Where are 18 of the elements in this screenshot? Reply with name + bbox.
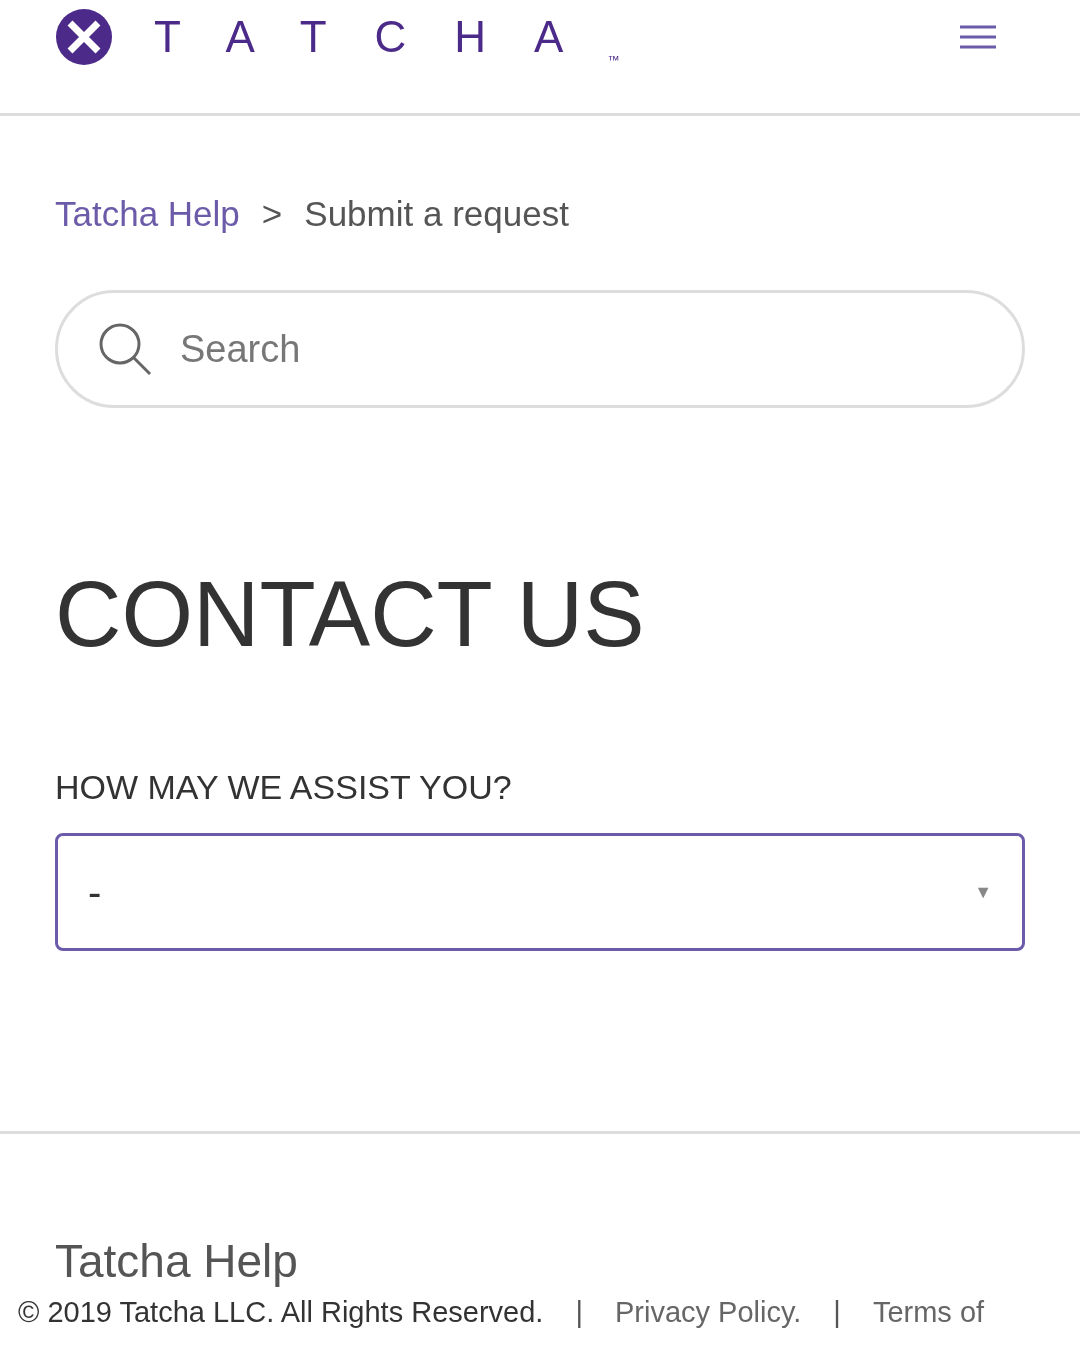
- footer-title: Tatcha Help: [54, 1234, 299, 1288]
- trademark: ™: [607, 52, 620, 67]
- copyright-text: © 2019 Tatcha LLC. All Rights Reserved.: [18, 1296, 544, 1329]
- breadcrumb-link[interactable]: Tatcha Help: [55, 194, 240, 234]
- logo-emblem-icon: [54, 6, 114, 67]
- menu-icon[interactable]: [960, 24, 996, 49]
- footer-separator: |: [574, 1296, 584, 1329]
- breadcrumb-separator: >: [261, 194, 283, 234]
- breadcrumb-current: Submit a request: [304, 194, 569, 234]
- form-label: HOW MAY WE ASSIST YOU?: [55, 768, 513, 807]
- footer-link[interactable]: Terms of: [872, 1296, 985, 1329]
- search-icon: [98, 322, 152, 376]
- search-field[interactable]: Search: [55, 290, 1025, 408]
- footer-separator: |: [832, 1296, 842, 1329]
- footer-link[interactable]: Privacy Policy.: [614, 1296, 802, 1329]
- page-heading: CONTACT US: [55, 568, 646, 660]
- caret-icon: ▼: [974, 881, 992, 903]
- dropdown-select[interactable]: - ▼: [55, 833, 1025, 951]
